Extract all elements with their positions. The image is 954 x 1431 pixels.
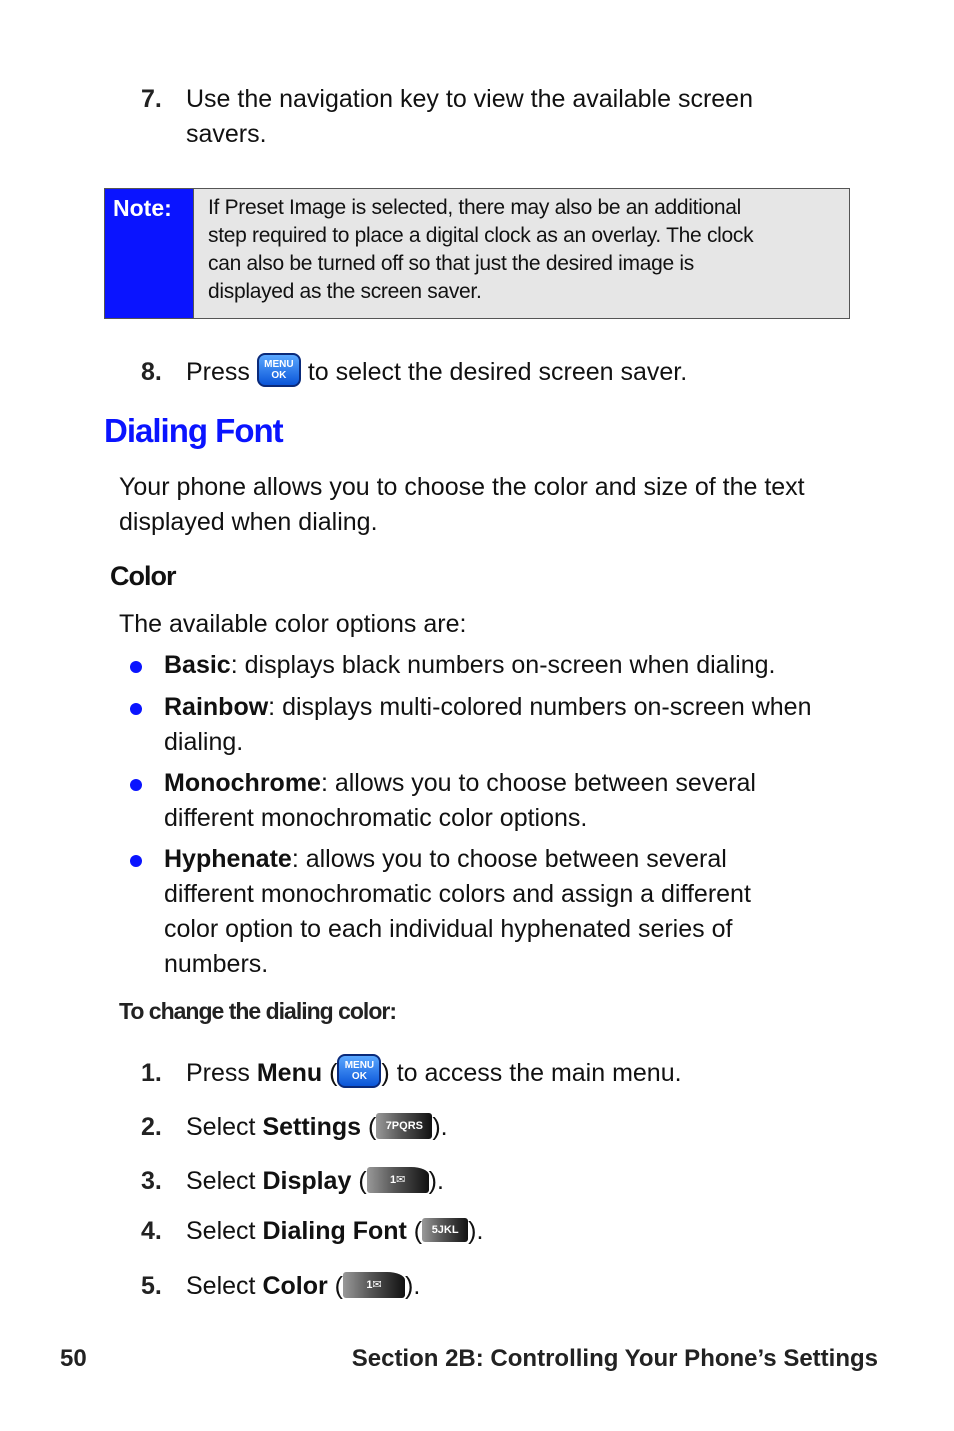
key-7-pqrs-icon: 7PQRS: [376, 1113, 433, 1140]
key-5-jkl-icon: 5JKL: [422, 1218, 469, 1243]
procedure-step-2: 2. Select Settings (7PQRS).: [141, 1113, 448, 1141]
note-line: displayed as the screen saver.: [208, 280, 482, 303]
step-7: 7. Use the navigation key to view the av…: [141, 82, 861, 152]
procedure-title: To change the dialing color:: [119, 998, 397, 1024]
step-text: to select the desired screen saver.: [307, 358, 688, 386]
procedure-step-1: 1. Press Menu (MENU OK) to access the mai…: [141, 1054, 861, 1092]
note-box: Note: If Preset Image is selected, there…: [104, 188, 850, 319]
page-number: 50: [60, 1345, 87, 1372]
subheading-color: Color: [110, 561, 176, 591]
note-line: If Preset Image is selected, there may a…: [208, 196, 741, 219]
bullet-icon: [130, 855, 142, 867]
bullet-icon: [130, 703, 142, 715]
step-8: 8. Press MENU OK to select the desired sc…: [141, 353, 861, 391]
key-1-voicemail-icon: 1✉: [343, 1272, 405, 1299]
menu-ok-key-icon: MENU OK: [337, 1054, 382, 1089]
procedure-step-4: 4. Select Dialing Font (5JKL).: [141, 1217, 484, 1245]
options-intro: The available color options are:: [119, 610, 467, 638]
step-text-line-2: savers.: [186, 120, 267, 148]
note-line: can also be turned off so that just the …: [208, 252, 694, 275]
bullet-basic: Basic: displays black numbers on-screen …: [130, 648, 860, 683]
intro-paragraph: Your phone allows you to choose the colo…: [119, 473, 805, 536]
step-number: 8.: [141, 358, 162, 386]
menu-ok-key-icon: MENU OK: [256, 353, 301, 388]
bullet-hyphenate: Hyphenate: allows you to choose between …: [130, 842, 860, 982]
bullet-monochrome: Monochrome: allows you to choose between…: [130, 766, 860, 836]
bullet-icon: [130, 661, 142, 673]
step-text-line-1: Use the navigation key to view the avail…: [186, 85, 753, 113]
procedure-step-5: 5. Select Color (1✉).: [141, 1272, 421, 1300]
note-line: step required to place a digital clock a…: [208, 224, 754, 247]
note-text: If Preset Image is selected, there may a…: [194, 189, 763, 318]
bullet-icon: [130, 779, 142, 791]
step-text: Press: [186, 358, 250, 386]
section-title: Section 2B: Controlling Your Phone’s Set…: [351, 1345, 878, 1372]
step-number: 7.: [141, 85, 162, 113]
bullet-rainbow: Rainbow: displays multi-colored numbers …: [130, 690, 860, 760]
key-1-voicemail-icon: 1✉: [366, 1167, 429, 1194]
section-heading: Dialing Font: [104, 412, 284, 449]
procedure-step-3: 3. Select Display (1✉).: [141, 1167, 444, 1195]
note-label: Note:: [105, 189, 194, 318]
